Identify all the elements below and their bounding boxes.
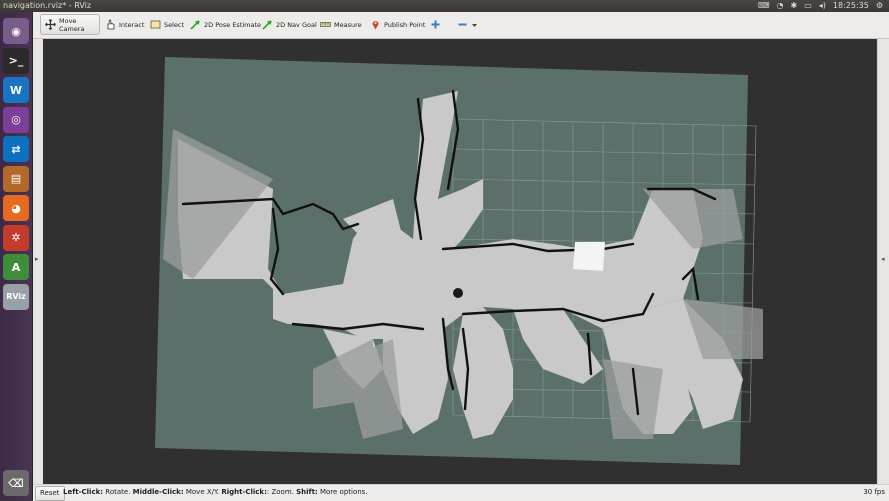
- pose-estimate-button[interactable]: 2D Pose Estimate: [186, 14, 265, 35]
- hand-pointer-icon: [105, 19, 116, 30]
- hint-right-val: : Zoom.: [266, 488, 297, 496]
- publish-point-label: Publish Point: [384, 20, 426, 29]
- select-box-icon: [150, 19, 161, 30]
- top-panel: navigation.rviz* - RViz ⌨ ◔ ✱ ▭ ◂) 18:25…: [0, 0, 889, 12]
- teamviewer-icon[interactable]: ⇄: [3, 136, 29, 162]
- green-arrow-icon: [190, 19, 201, 30]
- terminal-icon[interactable]: >_: [3, 47, 29, 74]
- reset-button[interactable]: Reset: [35, 486, 65, 501]
- system-tray: ⌨ ◔ ✱ ▭ ◂) 18:25:35 ⚙: [758, 0, 883, 12]
- mouse-hint: Left-Click: Rotate. Middle-Click: Move X…: [63, 488, 368, 496]
- power-gear-icon[interactable]: ⚙: [876, 0, 883, 12]
- ubuntu-dash-icon[interactable]: ◉: [3, 18, 29, 44]
- move-camera-icon: [45, 19, 56, 30]
- fps-counter: 30 fps: [863, 488, 885, 496]
- system-settings-icon[interactable]: ✲: [3, 224, 29, 251]
- pose-estimate-label: 2D Pose Estimate: [204, 20, 262, 29]
- rviz-icon[interactable]: RViz: [3, 283, 29, 310]
- firefox-icon[interactable]: ◕: [3, 195, 29, 221]
- select-button[interactable]: Select: [146, 14, 188, 35]
- hint-mid-key: Middle-Click:: [132, 488, 184, 496]
- window-title: navigation.rviz* - RViz: [3, 1, 92, 10]
- volume-icon[interactable]: ◂): [819, 0, 826, 12]
- nav-goal-button[interactable]: 2D Nav Goal: [258, 14, 321, 35]
- right-panel-handle[interactable]: ◂: [877, 39, 889, 484]
- plus-icon: [430, 19, 441, 30]
- hint-left-key: Left-Click:: [63, 488, 104, 496]
- select-label: Select: [164, 20, 185, 29]
- rviz-toolbar: Move Camera Interact Select 2D Pose Esti…: [33, 12, 889, 39]
- move-camera-button[interactable]: Move Camera: [40, 14, 100, 35]
- robot-marker: [453, 288, 463, 298]
- keyboard-icon[interactable]: ⌨: [758, 0, 770, 12]
- status-bar: Reset Left-Click: Rotate. Middle-Click: …: [33, 484, 889, 501]
- map-render: [155, 57, 763, 465]
- hint-shift-key: Shift:: [296, 488, 318, 496]
- 3d-viewport[interactable]: [43, 39, 876, 484]
- hint-mid-val: Move X/Y.: [183, 488, 222, 496]
- remove-tool-button[interactable]: [453, 14, 482, 35]
- interact-label: Interact: [119, 20, 145, 29]
- hint-left-val: Rotate.: [103, 488, 133, 496]
- nav-goal-label: 2D Nav Goal: [276, 20, 317, 29]
- ruler-icon: [320, 19, 331, 30]
- measure-label: Measure: [334, 20, 362, 29]
- battery-icon[interactable]: ▭: [804, 0, 812, 12]
- bluetooth-icon[interactable]: ✱: [790, 0, 797, 12]
- nav-goal-arrow-icon: [262, 19, 273, 30]
- wolfram-icon[interactable]: W: [3, 77, 29, 103]
- wifi-icon[interactable]: ◔: [777, 0, 784, 12]
- trash-icon[interactable]: ⌫: [3, 470, 29, 496]
- publish-point-button[interactable]: Publish Point: [366, 14, 429, 35]
- dropdown-arrow-icon[interactable]: [471, 19, 478, 30]
- hint-shift-val: More options.: [317, 488, 368, 496]
- launcher: ◉ >_ W ◎ ⇄ ▤ ◕ ✲ A RViz ⌫: [0, 12, 33, 500]
- add-tool-button[interactable]: [426, 14, 445, 35]
- minus-icon: [457, 19, 468, 30]
- file-manager-icon[interactable]: ▤: [3, 165, 29, 192]
- map-pin-icon: [370, 19, 381, 30]
- measure-button[interactable]: Measure: [316, 14, 366, 35]
- expand-right-icon: ◂: [881, 255, 885, 263]
- clock[interactable]: 18:25:35: [833, 0, 869, 12]
- screenshot-app-icon[interactable]: ◎: [3, 106, 29, 133]
- software-center-icon[interactable]: A: [3, 254, 29, 280]
- hint-right-key: Right-Click:: [221, 488, 267, 496]
- interact-button[interactable]: Interact: [101, 14, 148, 35]
- highlight-patch: [573, 242, 605, 271]
- expand-left-icon: ▸: [35, 255, 39, 263]
- move-camera-label: Move Camera: [59, 16, 85, 33]
